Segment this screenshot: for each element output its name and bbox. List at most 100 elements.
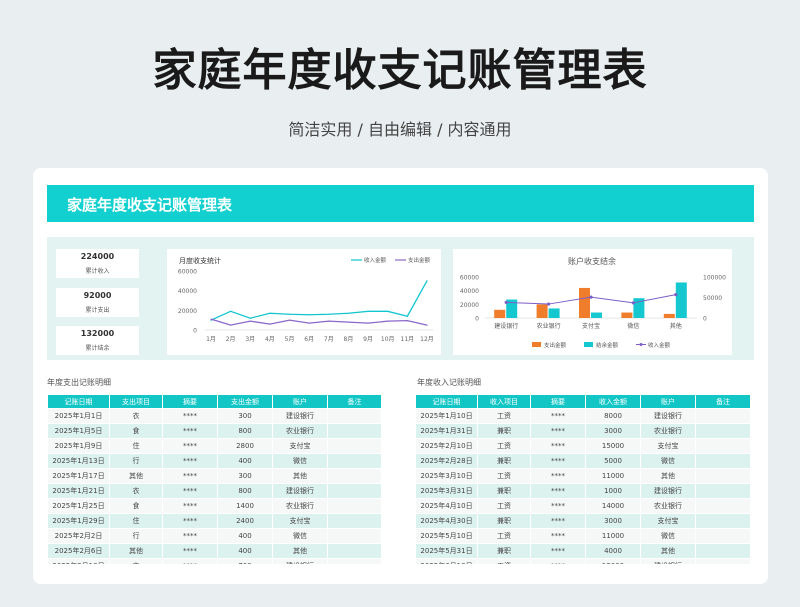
table-cell[interactable]: 工资 bbox=[477, 408, 531, 424]
table-cell[interactable]: 2025年1月17日 bbox=[47, 468, 110, 484]
table-cell[interactable]: 兼职 bbox=[477, 423, 531, 439]
table-cell[interactable]: 工资 bbox=[477, 528, 531, 544]
table-cell[interactable]: **** bbox=[530, 468, 586, 484]
table-cell[interactable]: **** bbox=[162, 453, 218, 469]
table-cell[interactable]: 农业银行 bbox=[272, 423, 328, 439]
table-cell[interactable]: 2025年1月5日 bbox=[47, 423, 110, 439]
table-cell[interactable]: 其他 bbox=[109, 543, 163, 559]
table-cell[interactable]: 800 bbox=[217, 483, 273, 499]
table-cell[interactable]: **** bbox=[162, 528, 218, 544]
table-cell[interactable]: **** bbox=[162, 408, 218, 424]
table-cell[interactable]: 2025年4月10日 bbox=[415, 498, 478, 514]
table-cell[interactable]: 工资 bbox=[477, 468, 531, 484]
table-cell[interactable]: 衣 bbox=[109, 483, 163, 499]
table-cell[interactable]: 2025年1月9日 bbox=[47, 438, 110, 454]
income-row[interactable]: 2025年2月28日 兼职 **** 5000 微信 bbox=[415, 453, 751, 469]
table-cell[interactable]: 400 bbox=[217, 528, 273, 544]
table-cell[interactable]: 微信 bbox=[272, 528, 328, 544]
table-cell[interactable]: 行 bbox=[109, 528, 163, 544]
table-cell[interactable]: 兼职 bbox=[477, 453, 531, 469]
income-row[interactable]: 2025年5月31日 兼职 **** 4000 其他 bbox=[415, 543, 751, 559]
table-cell[interactable]: **** bbox=[162, 483, 218, 499]
expense-row[interactable]: 2025年1月29日住 **** 2400 支付宝 bbox=[47, 513, 382, 529]
table-cell[interactable]: 兼职 bbox=[477, 543, 531, 559]
table-cell[interactable]: 其他 bbox=[272, 543, 328, 559]
table-cell[interactable] bbox=[327, 453, 382, 469]
table-cell[interactable]: 2025年2月28日 bbox=[415, 453, 478, 469]
table-cell[interactable] bbox=[695, 453, 751, 469]
table-cell[interactable] bbox=[327, 498, 382, 514]
table-cell[interactable]: 11000 bbox=[585, 468, 641, 484]
table-cell[interactable]: 2025年4月30日 bbox=[415, 513, 478, 529]
income-row[interactable]: 2025年1月10日 工资 **** 8000 建设银行 bbox=[415, 408, 751, 424]
table-cell[interactable] bbox=[695, 438, 751, 454]
table-cell[interactable]: 300 bbox=[217, 468, 273, 484]
table-cell[interactable]: 2025年5月10日 bbox=[415, 528, 478, 544]
table-cell[interactable]: **** bbox=[162, 468, 218, 484]
table-cell[interactable]: 建设银行 bbox=[640, 483, 696, 499]
table-cell[interactable]: 支付宝 bbox=[272, 513, 328, 529]
table-cell[interactable]: 建设银行 bbox=[640, 408, 696, 424]
table-cell[interactable]: 2025年1月31日 bbox=[415, 423, 478, 439]
table-cell[interactable]: 农业银行 bbox=[272, 498, 328, 514]
expense-row[interactable]: 2025年1月1日衣 **** 300 建设银行 bbox=[47, 408, 382, 424]
table-cell[interactable]: **** bbox=[530, 498, 586, 514]
table-cell[interactable]: 微信 bbox=[272, 453, 328, 469]
table-cell[interactable]: 支付宝 bbox=[272, 438, 328, 454]
table-cell[interactable]: 2025年1月13日 bbox=[47, 453, 110, 469]
table-cell[interactable]: 14000 bbox=[585, 498, 641, 514]
table-cell[interactable]: 2025年3月31日 bbox=[415, 483, 478, 499]
income-row[interactable]: 2025年3月10日 工资 **** 11000 其他 bbox=[415, 468, 751, 484]
table-cell[interactable]: **** bbox=[162, 423, 218, 439]
table-cell[interactable]: 2025年1月1日 bbox=[47, 408, 110, 424]
table-cell[interactable]: 其他 bbox=[640, 468, 696, 484]
table-cell[interactable]: 支付宝 bbox=[640, 438, 696, 454]
table-cell[interactable]: 1000 bbox=[585, 483, 641, 499]
table-cell[interactable] bbox=[695, 483, 751, 499]
table-cell[interactable]: **** bbox=[530, 543, 586, 559]
table-cell[interactable]: 2025年1月21日 bbox=[47, 483, 110, 499]
table-cell[interactable]: 2025年5月31日 bbox=[415, 543, 478, 559]
table-cell[interactable]: **** bbox=[162, 498, 218, 514]
table-cell[interactable] bbox=[327, 528, 382, 544]
table-cell[interactable]: 2025年1月10日 bbox=[415, 408, 478, 424]
table-cell[interactable]: 2025年1月29日 bbox=[47, 513, 110, 529]
income-row[interactable]: 2025年2月10日 工资 **** 15000 支付宝 bbox=[415, 438, 751, 454]
expense-row[interactable]: 2025年1月21日衣 **** 800 建设银行 bbox=[47, 483, 382, 499]
income-row[interactable]: 2025年4月10日 工资 **** 14000 农业银行 bbox=[415, 498, 751, 514]
table-cell[interactable]: 农业银行 bbox=[640, 423, 696, 439]
expense-row[interactable]: 2025年1月5日食 **** 800 农业银行 bbox=[47, 423, 382, 439]
table-cell[interactable] bbox=[327, 438, 382, 454]
income-row[interactable]: 2025年4月30日 兼职 **** 3000 支付宝 bbox=[415, 513, 751, 529]
expense-row[interactable]: 2025年1月13日行 **** 400 微信 bbox=[47, 453, 382, 469]
table-cell[interactable]: **** bbox=[162, 543, 218, 559]
table-cell[interactable]: 工资 bbox=[477, 498, 531, 514]
table-cell[interactable]: 食 bbox=[109, 423, 163, 439]
table-cell[interactable]: 3000 bbox=[585, 513, 641, 529]
expense-row[interactable]: 2025年2月2日行 **** 400 微信 bbox=[47, 528, 382, 544]
table-cell[interactable]: 4000 bbox=[585, 543, 641, 559]
table-cell[interactable]: 400 bbox=[217, 453, 273, 469]
table-cell[interactable]: **** bbox=[162, 438, 218, 454]
table-cell[interactable]: 400 bbox=[217, 543, 273, 559]
table-cell[interactable]: 微信 bbox=[640, 453, 696, 469]
table-cell[interactable]: **** bbox=[530, 438, 586, 454]
table-cell[interactable]: 建设银行 bbox=[272, 408, 328, 424]
table-cell[interactable]: 微信 bbox=[640, 528, 696, 544]
table-cell[interactable]: **** bbox=[162, 513, 218, 529]
table-cell[interactable]: 2025年2月10日 bbox=[415, 438, 478, 454]
table-cell[interactable]: 行 bbox=[109, 453, 163, 469]
table-cell[interactable]: 其他 bbox=[272, 468, 328, 484]
table-cell[interactable]: 住 bbox=[109, 513, 163, 529]
table-cell[interactable] bbox=[695, 543, 751, 559]
income-row[interactable]: 2025年3月31日 兼职 **** 1000 建设银行 bbox=[415, 483, 751, 499]
table-cell[interactable] bbox=[327, 513, 382, 529]
table-cell[interactable]: **** bbox=[530, 528, 586, 544]
table-cell[interactable] bbox=[327, 423, 382, 439]
table-cell[interactable]: 2800 bbox=[217, 438, 273, 454]
table-cell[interactable]: 300 bbox=[217, 408, 273, 424]
income-row[interactable]: 2025年1月31日 兼职 **** 3000 农业银行 bbox=[415, 423, 751, 439]
table-cell[interactable]: 2400 bbox=[217, 513, 273, 529]
table-cell[interactable]: 建设银行 bbox=[272, 483, 328, 499]
table-cell[interactable]: **** bbox=[530, 408, 586, 424]
